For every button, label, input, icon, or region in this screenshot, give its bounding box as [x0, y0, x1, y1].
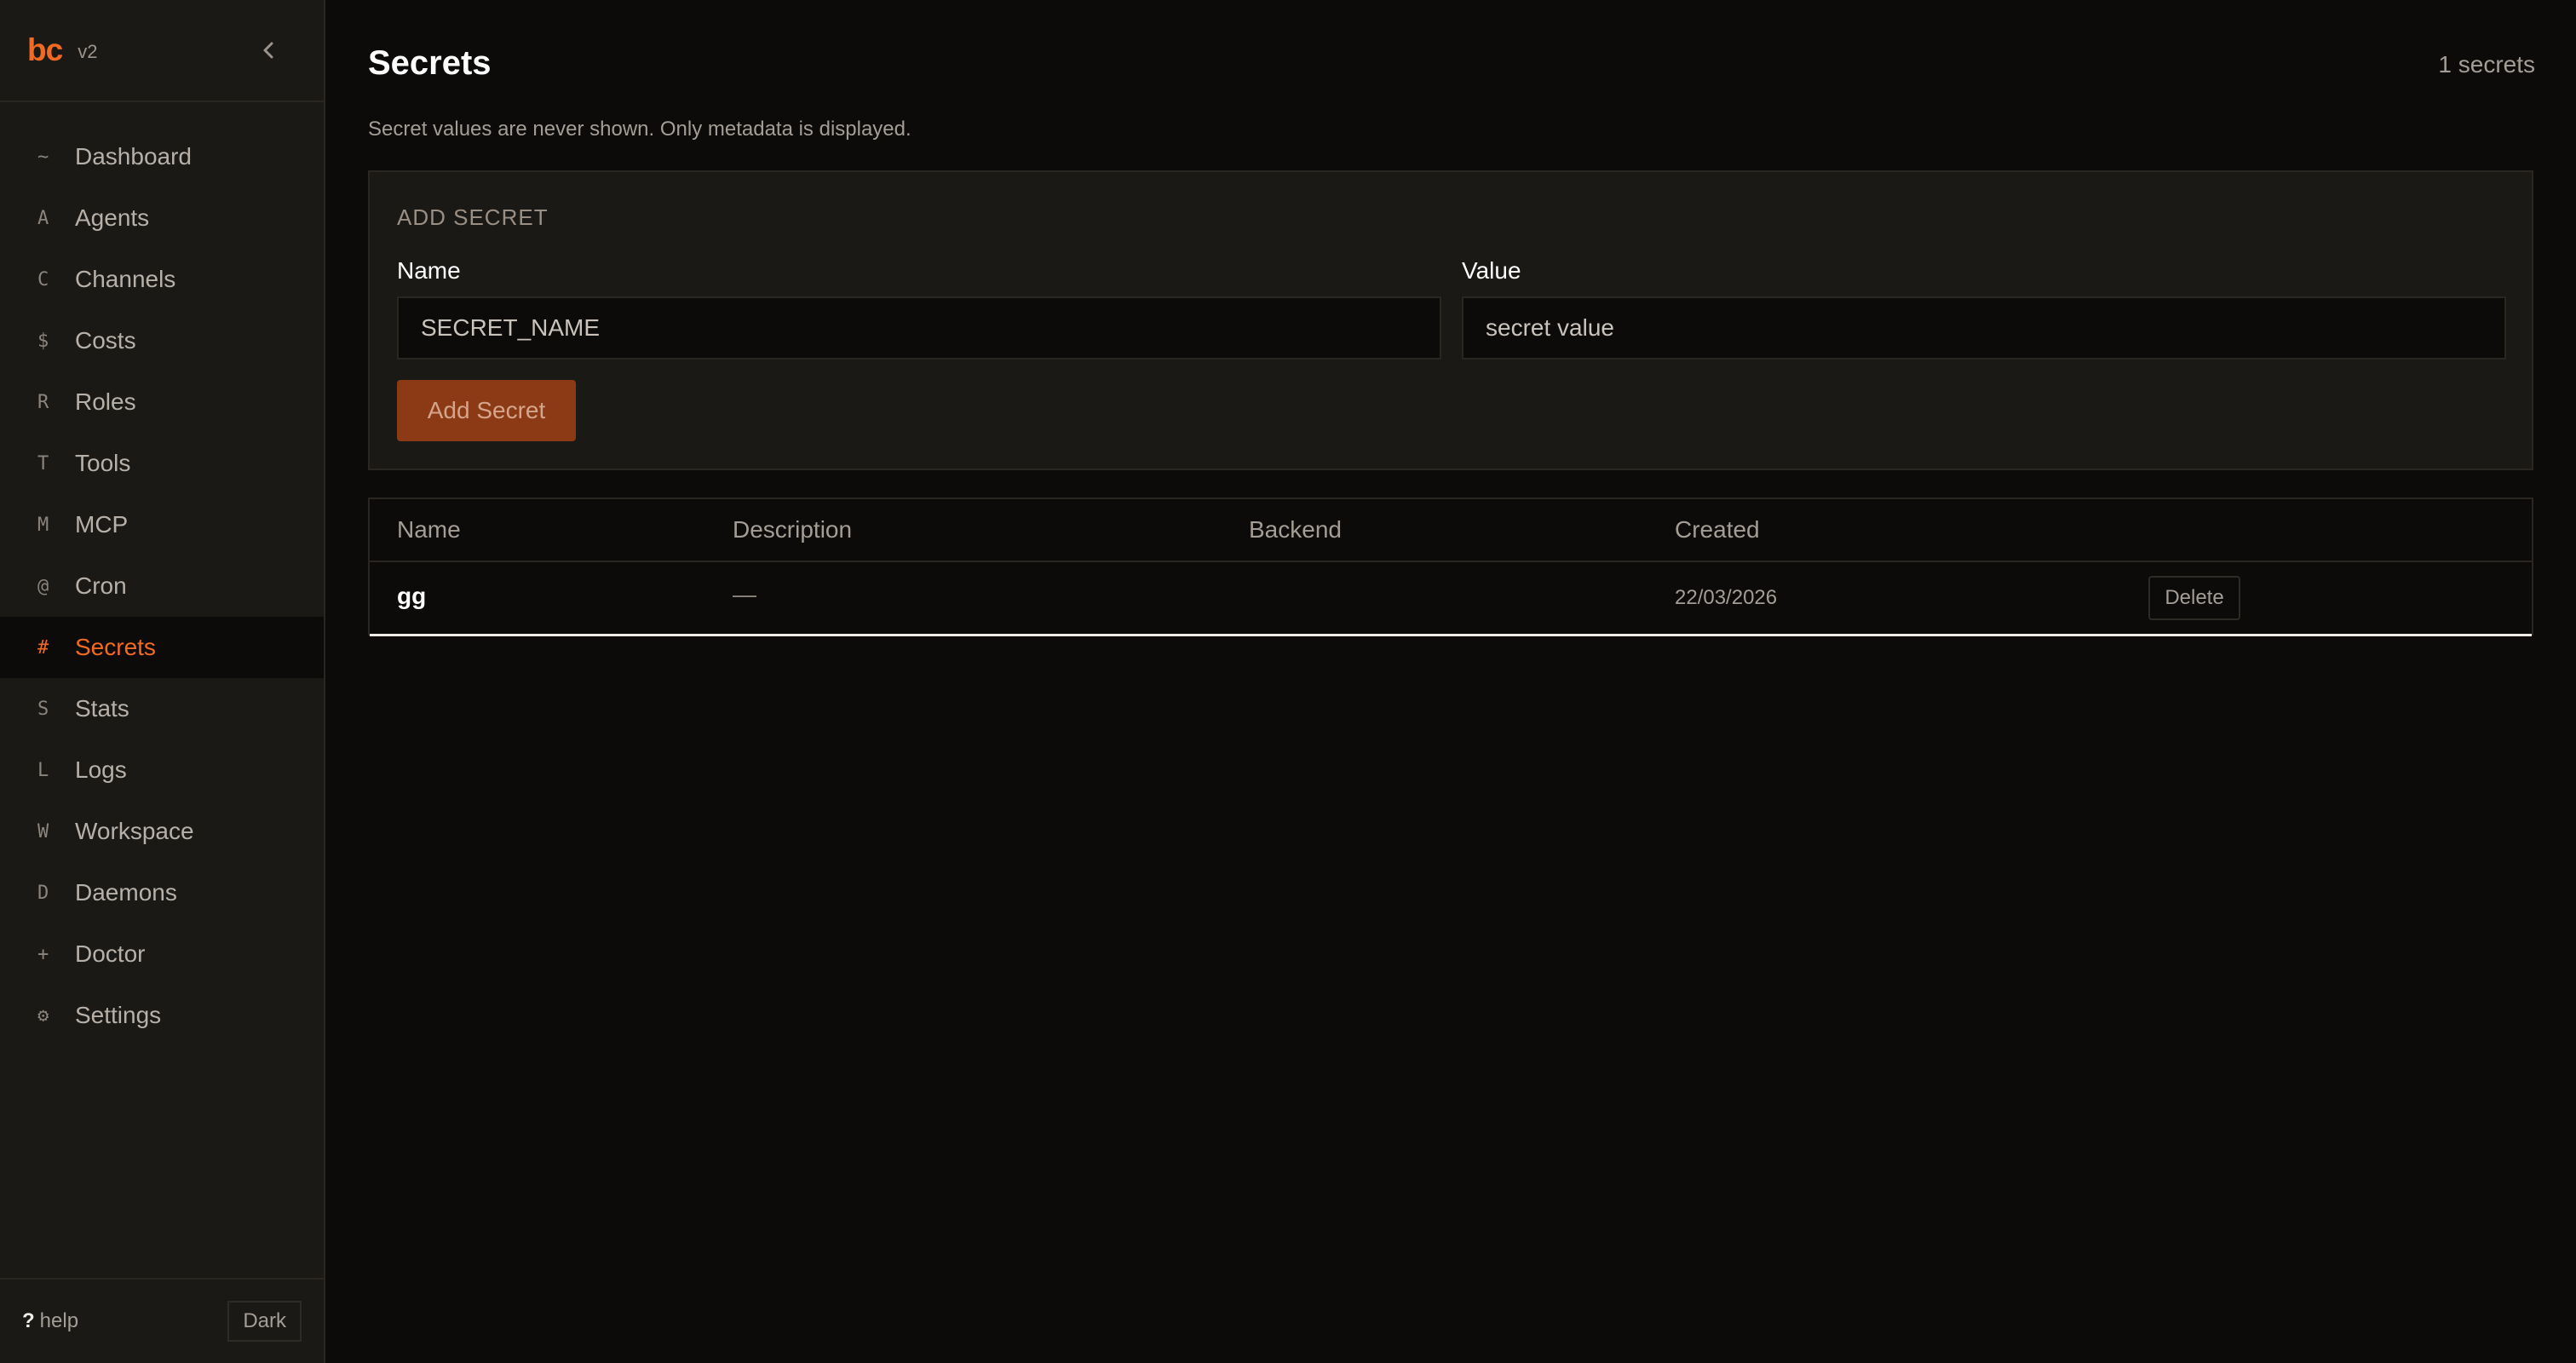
roles-icon: R	[37, 391, 49, 413]
sidebar-item-settings[interactable]: ⚙ Settings	[0, 985, 324, 1046]
add-secret-panel: ADD SECRET Name SECRET_NAME Value secret…	[368, 170, 2533, 470]
secrets-table: Name Description Backend Created gg — 22…	[368, 497, 2533, 636]
sidebar-item-cron[interactable]: @ Cron	[0, 555, 324, 617]
sidebar-item-label: Workspace	[75, 818, 194, 844]
sidebar-item-label: Roles	[75, 388, 136, 415]
workspace-icon: W	[37, 820, 49, 843]
sidebar-item-stats[interactable]: S Stats	[0, 678, 324, 739]
sidebar-item-logs[interactable]: L Logs	[0, 739, 324, 801]
sidebar-item-workspace[interactable]: W Workspace	[0, 801, 324, 862]
page-title: Secrets	[368, 44, 492, 82]
sidebar-item-label: Doctor	[75, 940, 146, 967]
dashboard-icon: ~	[37, 146, 49, 168]
sidebar-header: bc v2	[0, 0, 324, 102]
sidebar-item-label: Agents	[75, 204, 150, 231]
column-header-name[interactable]: Name	[397, 516, 461, 543]
sidebar-item-daemons[interactable]: D Daemons	[0, 862, 324, 923]
cron-icon: @	[37, 575, 49, 597]
mcp-icon: M	[37, 514, 49, 536]
sidebar-item-dashboard[interactable]: ~ Dashboard	[0, 126, 324, 187]
sidebar-item-agents[interactable]: A Agents	[0, 187, 324, 249]
sidebar: bc v2 ~ Dashboard A Agents C Channels $ …	[0, 0, 325, 1363]
stats-icon: S	[37, 698, 49, 720]
sidebar-item-label: Daemons	[75, 879, 177, 906]
sidebar-item-doctor[interactable]: + Doctor	[0, 923, 324, 985]
delete-button[interactable]: Delete	[2148, 576, 2240, 620]
logs-icon: L	[37, 759, 49, 781]
value-input[interactable]: secret value	[1462, 296, 2506, 359]
sidebar-item-label: Cron	[75, 572, 127, 599]
add-secret-heading: ADD SECRET	[397, 204, 549, 230]
agents-icon: A	[37, 207, 49, 229]
app-version: v2	[78, 41, 98, 62]
sidebar-item-label: Channels	[75, 266, 176, 292]
sidebar-item-label: Stats	[75, 695, 129, 722]
sidebar-nav: ~ Dashboard A Agents C Channels $ Costs …	[0, 102, 324, 1046]
app-logo[interactable]: bc	[27, 32, 63, 68]
sidebar-item-channels[interactable]: C Channels	[0, 249, 324, 310]
sidebar-item-costs[interactable]: $ Costs	[0, 310, 324, 371]
tools-icon: T	[37, 452, 49, 474]
sidebar-item-label: Dashboard	[75, 143, 192, 170]
secret-count: 1 secrets	[2438, 51, 2535, 78]
sidebar-item-label: Secrets	[75, 634, 156, 660]
doctor-icon: +	[37, 943, 49, 965]
sidebar-item-roles[interactable]: R Roles	[0, 371, 324, 433]
column-header-created[interactable]: Created	[1675, 516, 1760, 543]
page-subtitle: Secret values are never shown. Only meta…	[368, 118, 911, 141]
sidebar-item-label: Logs	[75, 756, 127, 783]
sidebar-item-label: Settings	[75, 1002, 162, 1028]
column-header-backend[interactable]: Backend	[1249, 516, 1342, 543]
value-field-label: Value	[1462, 257, 1521, 284]
gear-icon: ⚙	[37, 1004, 49, 1027]
table-row: gg — 22/03/2026 Delete	[370, 562, 2532, 636]
secret-created-cell: 22/03/2026	[1675, 586, 1778, 609]
add-secret-button[interactable]: Add Secret	[397, 380, 576, 441]
help-link[interactable]: help	[40, 1309, 78, 1333]
theme-toggle-button[interactable]: Dark	[227, 1301, 302, 1342]
help-icon[interactable]: ?	[22, 1309, 35, 1333]
sidebar-item-label: MCP	[75, 511, 129, 538]
secret-description-cell: —	[733, 581, 756, 607]
channels-icon: C	[37, 268, 49, 290]
costs-icon: $	[37, 330, 49, 352]
secret-name-cell: gg	[397, 583, 427, 609]
daemons-icon: D	[37, 882, 49, 904]
secrets-icon: #	[37, 636, 49, 658]
name-input[interactable]: SECRET_NAME	[397, 296, 1441, 359]
column-header-description[interactable]: Description	[733, 516, 852, 543]
sidebar-item-label: Costs	[75, 327, 136, 354]
sidebar-item-mcp[interactable]: M MCP	[0, 494, 324, 555]
name-field-label: Name	[397, 257, 461, 284]
sidebar-item-tools[interactable]: T Tools	[0, 433, 324, 494]
sidebar-item-secrets[interactable]: # Secrets	[0, 617, 324, 678]
table-header: Name Description Backend Created	[370, 499, 2532, 562]
sidebar-footer: ? help Dark	[0, 1278, 324, 1363]
collapse-sidebar-button[interactable]	[256, 37, 281, 63]
chevron-left-icon	[263, 42, 273, 59]
main-content: Secrets 1 secrets Secret values are neve…	[325, 0, 2576, 1363]
sidebar-item-label: Tools	[75, 450, 131, 476]
